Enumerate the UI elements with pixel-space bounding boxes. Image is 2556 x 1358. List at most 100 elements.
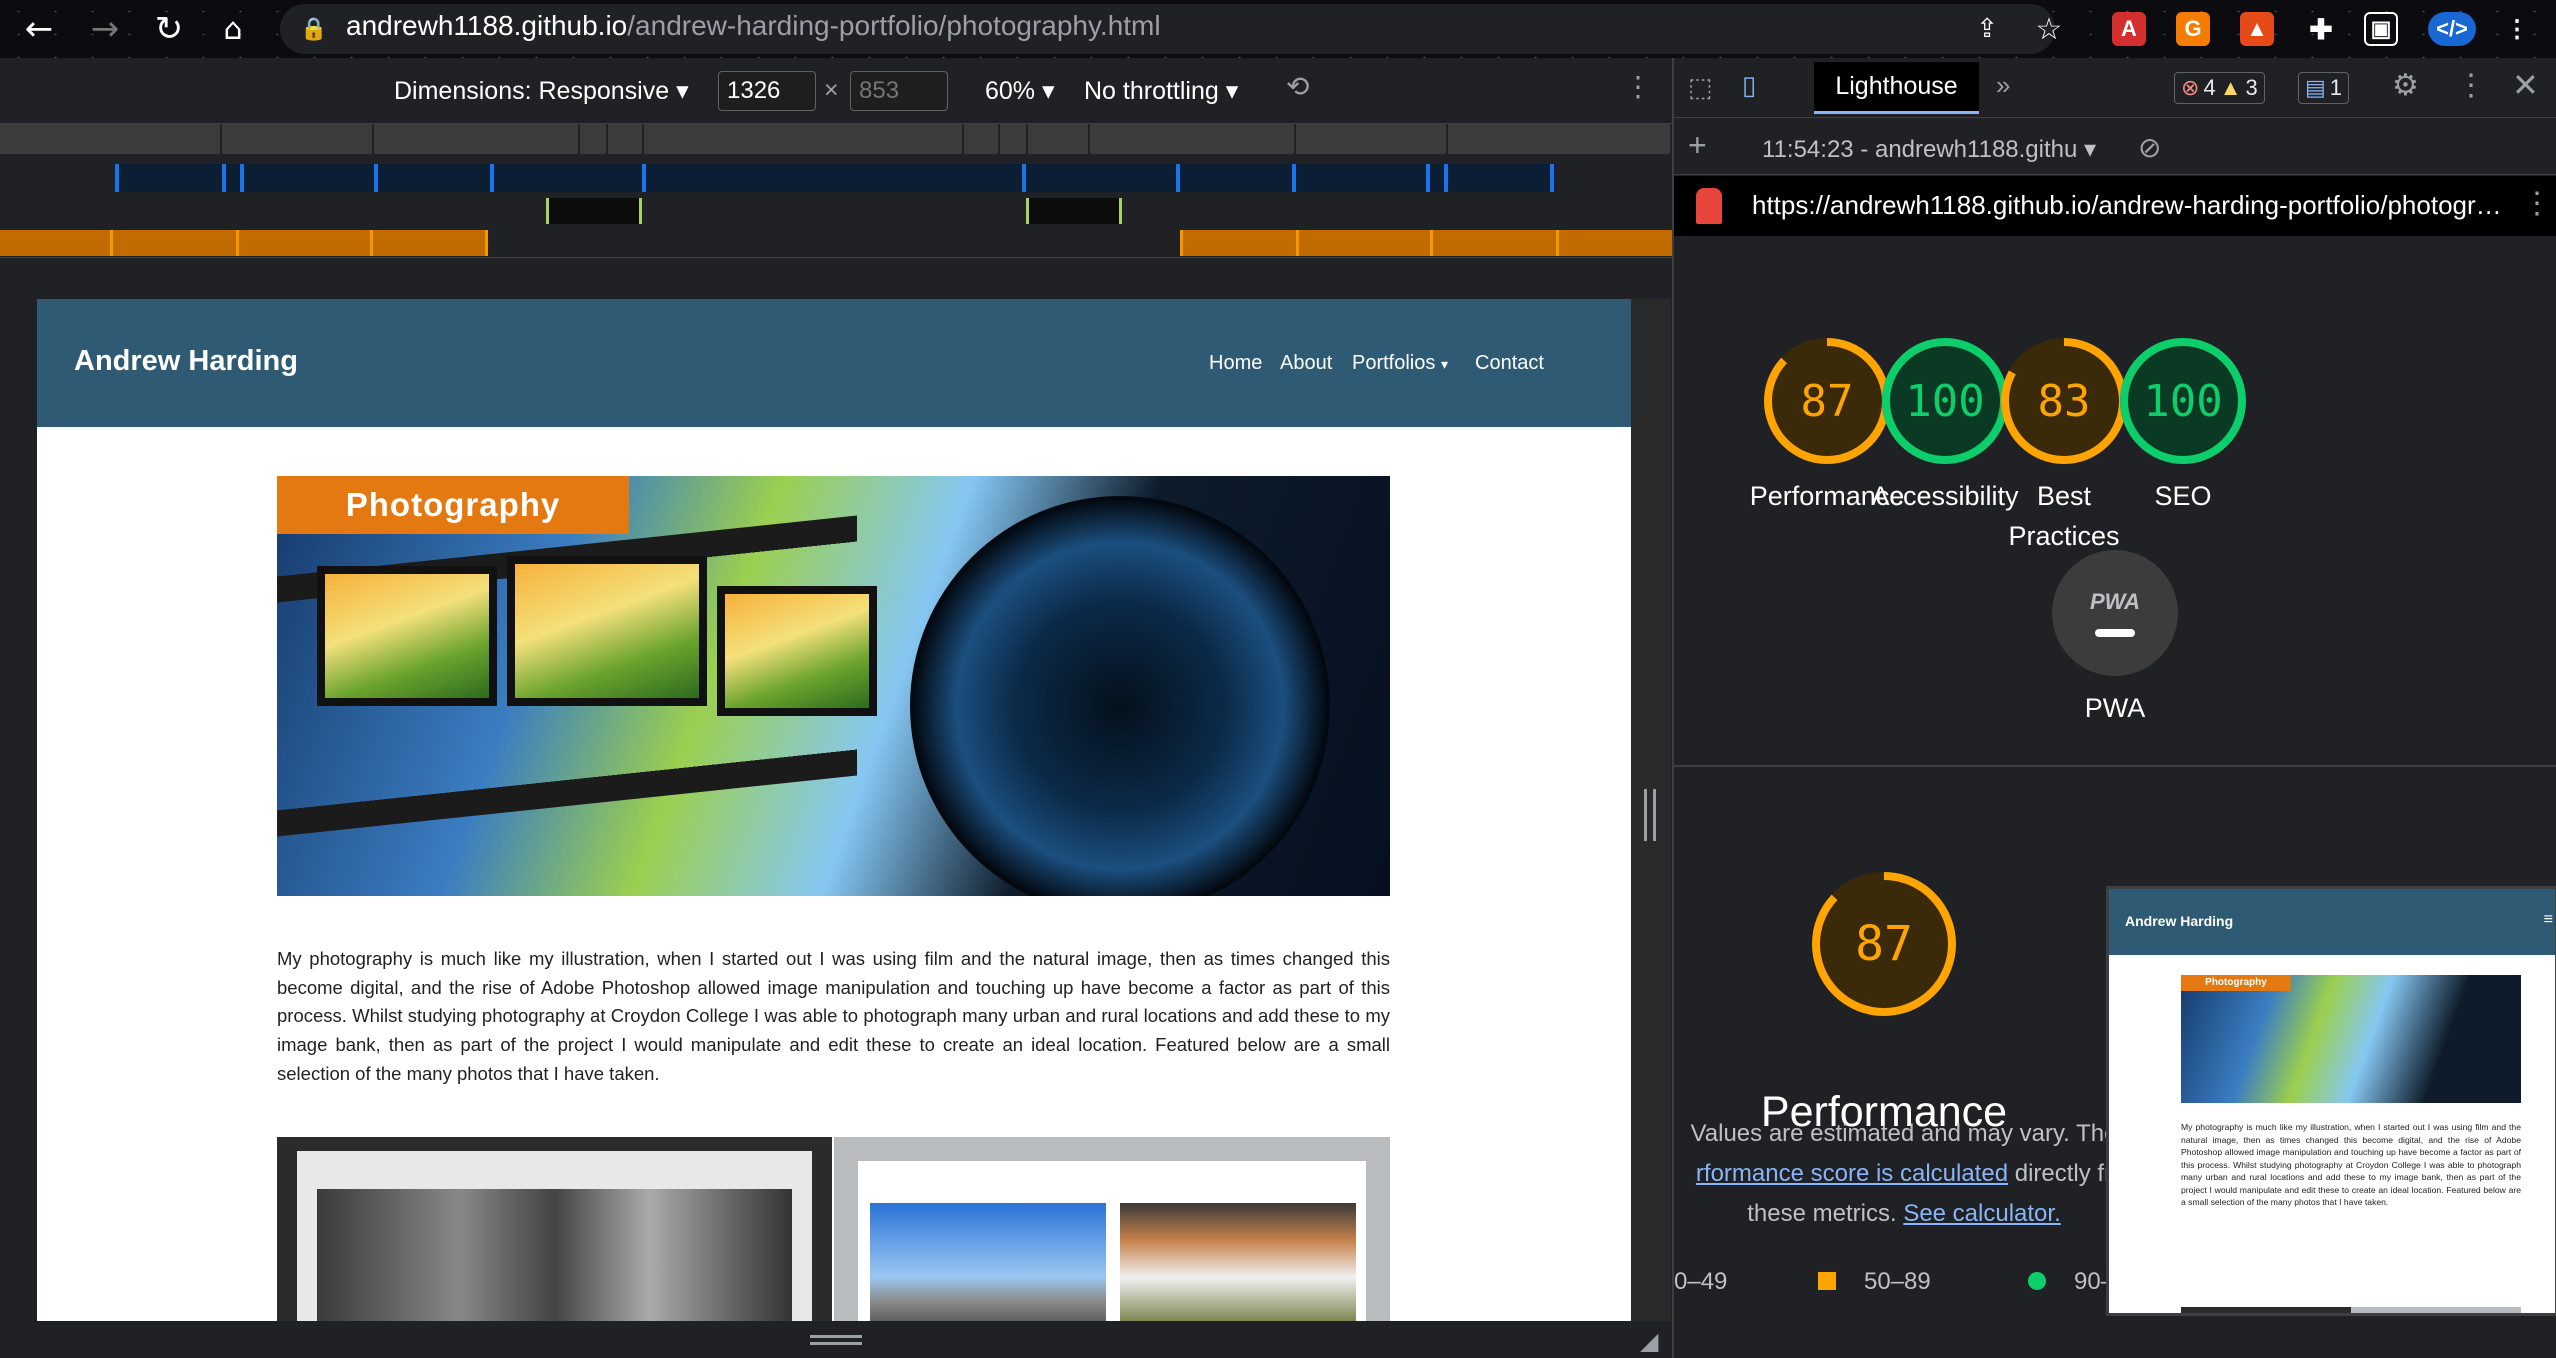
see-calculator-link[interactable]: See calculator. (1903, 1200, 2060, 1227)
media-bar-segment[interactable] (1000, 124, 1028, 154)
menu-icon[interactable]: ⋮ (2500, 12, 2534, 46)
more-tabs-icon[interactable]: » (1996, 70, 2010, 101)
home-icon[interactable]: ⌂ (212, 8, 254, 50)
message-count: 1 (2329, 75, 2343, 100)
messages-badge[interactable]: ▤ 1 (2298, 72, 2350, 104)
url-text: andrewh1188.github.io/andrew-harding-por… (346, 10, 1161, 42)
url-path: /andrew-harding-portfolio/photography.ht… (627, 10, 1161, 41)
bar-tick (1550, 164, 1554, 192)
bar-tick (115, 164, 119, 192)
media-bar-segment[interactable] (1448, 124, 1672, 154)
issues-badge[interactable]: ⊗ 4 ▲ 3 (2174, 72, 2265, 104)
nav-contact[interactable]: Contact (1475, 352, 1544, 375)
media-bar-segment[interactable] (374, 124, 580, 154)
lighthouse-logo-icon (1696, 188, 1722, 224)
report-url-bar: https://andrewh1188.github.io/andrew-har… (1674, 176, 2556, 236)
clear-block-icon[interactable]: ⊘ (2138, 131, 2161, 164)
bar-tick (546, 198, 549, 224)
min-max-bar[interactable] (546, 198, 642, 224)
bar-tick (490, 164, 494, 192)
media-bar-segment[interactable] (964, 124, 1000, 154)
media-bar-segment[interactable] (0, 124, 222, 154)
estimate-rest: directly fr (2014, 1160, 2113, 1187)
gallery-item[interactable] (277, 1137, 832, 1321)
device-toggle-icon[interactable]: ▯ (1742, 70, 1756, 101)
throttling-select[interactable]: No throttling ▾ (1084, 76, 1238, 106)
nav-home[interactable]: Home (1209, 352, 1262, 375)
score-calculated-link[interactable]: rformance score is calculated (1696, 1160, 2008, 1187)
performance-big-gauge: 87 (1810, 870, 1958, 1018)
report-select[interactable]: 11:54:23 - andrewh1188.githu ▾ (1762, 135, 2096, 164)
page-screenshot-thumbnail[interactable]: Andrew Harding ≡ Photography My photograp… (2106, 886, 2556, 1316)
more-options-icon[interactable]: ⋮ (1624, 70, 1652, 103)
media-bar-segment[interactable] (1296, 124, 1448, 154)
resize-handle-right[interactable] (1644, 789, 1656, 841)
devtools-menu-icon[interactable]: ⋮ (2456, 68, 2486, 103)
nav-about[interactable]: About (1280, 352, 1332, 375)
g-extension-icon[interactable]: G (2176, 12, 2210, 46)
resize-handle-bottom[interactable] (810, 1335, 862, 1345)
warning-icon: ▲ (2219, 75, 2242, 100)
camera-lens-graphic (910, 496, 1330, 896)
report-url[interactable]: https://andrewh1188.github.io/andrew-har… (1752, 190, 2502, 221)
warning-count: 3 (2245, 75, 2258, 100)
bookmark-star-icon[interactable]: ☆ (2028, 8, 2070, 50)
pdf-extension-icon[interactable]: A (2112, 12, 2146, 46)
pwa-dash-icon (2095, 629, 2135, 637)
corner-resize-icon[interactable]: ◢ (1640, 1327, 1658, 1355)
forward-arrow-icon[interactable]: → (84, 8, 126, 50)
dimensions-select[interactable]: Dimensions: Responsive ▾ (394, 76, 689, 106)
bar-tick (639, 198, 642, 224)
media-bar-segment[interactable] (1090, 124, 1296, 154)
bar-tick (1180, 230, 1183, 256)
score-gauge-seo[interactable]: 100 (2118, 336, 2248, 466)
bar-tick (110, 230, 113, 256)
extensions-puzzle-icon[interactable]: ✚ (2304, 12, 2338, 46)
inspect-element-icon[interactable]: ⬚ (1688, 72, 1713, 103)
close-icon[interactable]: ✕ (2512, 66, 2539, 104)
thumb-brand: Andrew Harding (2125, 913, 2234, 929)
lighthouse-extension-icon[interactable]: ▲ (2240, 12, 2274, 46)
media-bar-segment[interactable] (222, 124, 374, 154)
report-time: 11:54:23 - andrewh1188.githu (1762, 136, 2078, 163)
hero-title: Photography (277, 476, 629, 534)
pwa-gauge[interactable]: PWA (2052, 550, 2178, 676)
window-extension-icon[interactable]: ▣ (2364, 12, 2398, 46)
section-divider (1674, 765, 2556, 767)
media-bar-segment[interactable] (644, 124, 964, 154)
gallery-item[interactable] (834, 1137, 1390, 1321)
gauge-value: 100 (1905, 375, 1985, 427)
min-max-bar[interactable] (1026, 198, 1122, 224)
score-gauge-best-practices[interactable]: 83 (1999, 336, 2129, 466)
min-width-bar[interactable] (1180, 230, 1672, 256)
rotate-icon[interactable]: ⟲ (1286, 70, 1309, 103)
settings-gear-icon[interactable]: ⚙ (2392, 68, 2419, 103)
throttling-label: No throttling (1084, 77, 1219, 105)
lock-icon: 🔒 (300, 16, 328, 41)
media-bar-segment[interactable] (580, 124, 608, 154)
tab-lighthouse[interactable]: Lighthouse (1814, 62, 1979, 114)
legend-average-square-icon (1818, 1272, 1836, 1290)
legend-fail-label: 0–49 (1674, 1268, 1728, 1295)
reload-icon[interactable]: ↻ (148, 8, 190, 50)
zoom-select[interactable]: 60% ▾ (985, 76, 1055, 106)
media-bar-segment[interactable] (1028, 124, 1090, 154)
media-bar-segment[interactable] (608, 124, 644, 154)
film-frame (507, 556, 707, 706)
score-gauge-accessibility[interactable]: 100 (1880, 336, 2010, 466)
height-input[interactable] (850, 71, 948, 111)
width-input[interactable] (718, 71, 816, 111)
score-gauge-performance[interactable]: 87 (1762, 336, 1892, 466)
site-brand[interactable]: Andrew Harding (74, 345, 298, 378)
nav-portfolios[interactable]: Portfolios ▾ (1352, 352, 1448, 375)
new-report-icon[interactable]: + (1688, 127, 1707, 164)
min-width-bar[interactable] (0, 230, 488, 256)
film-frame (717, 586, 877, 716)
max-width-bar[interactable] (116, 164, 1556, 192)
dropdown-caret-icon: ▾ (1440, 356, 1448, 372)
back-arrow-icon[interactable]: ← (18, 8, 60, 50)
devtools-code-icon[interactable]: </> (2428, 12, 2476, 46)
bar-tick (370, 230, 373, 256)
share-icon[interactable]: ⇪ (1966, 8, 2008, 50)
report-menu-icon[interactable]: ⋮ (2522, 186, 2552, 221)
